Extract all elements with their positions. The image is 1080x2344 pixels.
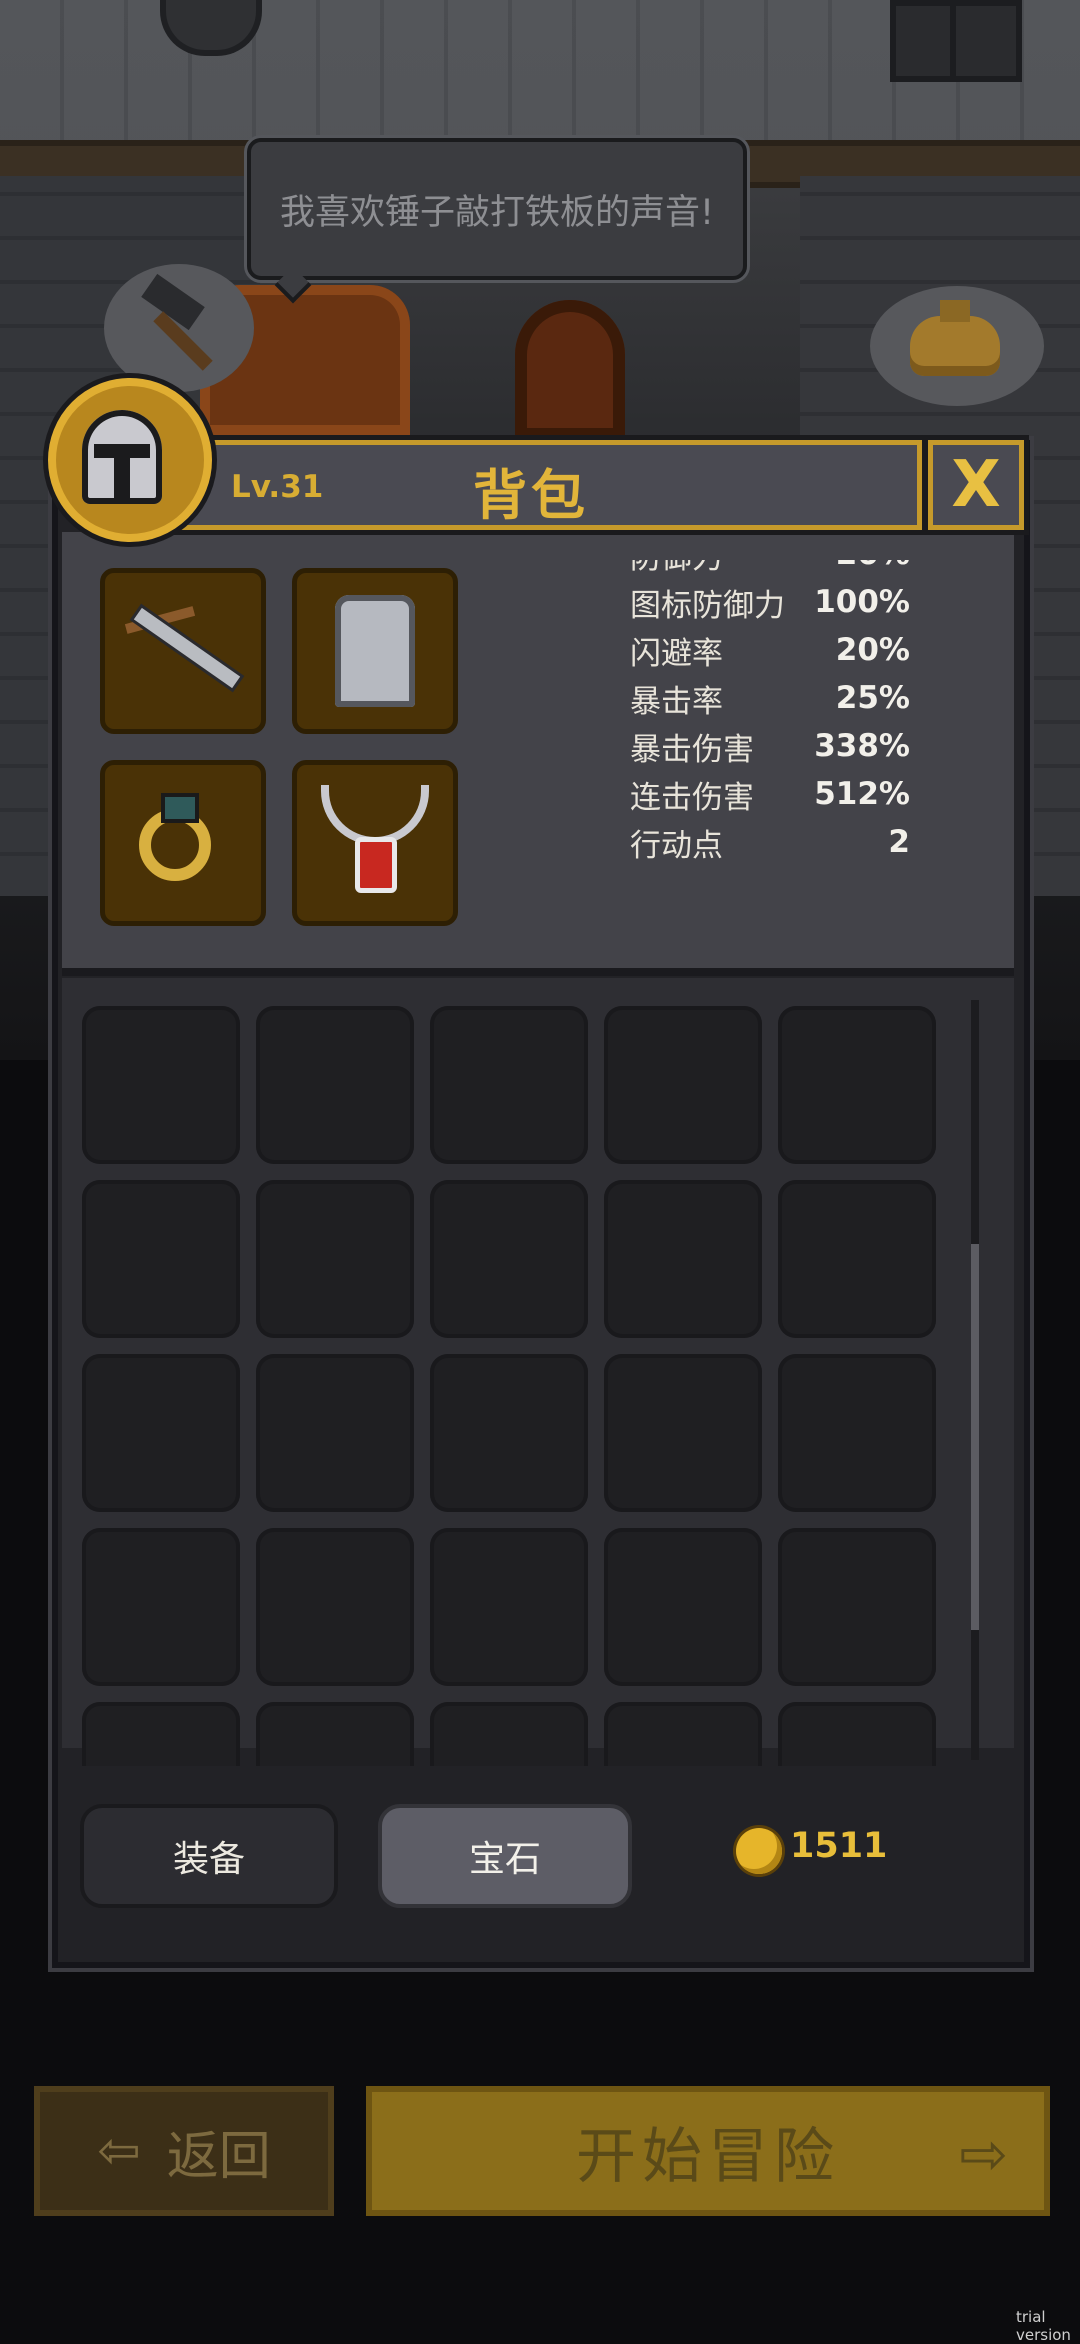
inventory-slot[interactable] [778,1702,936,1766]
stat-icon-defense: 图标防御力 100% [630,578,910,626]
stat-value: 25% [835,680,910,716]
armor-slot[interactable] [292,568,458,734]
close-button[interactable]: X [928,440,1024,530]
stat-value: 2 [888,824,910,860]
inventory-slot[interactable] [82,1528,240,1686]
inventory-slot[interactable] [604,1180,762,1338]
back-button[interactable]: ⇦ 返回 [34,2086,334,2216]
inventory-slot[interactable] [778,1006,936,1164]
inventory-slot[interactable] [256,1006,414,1164]
knight-helmet-icon [82,410,162,504]
stat-crit-damage: 暴击伤害 338% [630,722,910,770]
inventory-slot[interactable] [430,1006,588,1164]
stat-label: 行动点 [630,827,723,864]
stat-crit-rate: 暴击率 25% [630,674,910,722]
inventory-slot[interactable] [82,1702,240,1766]
window [890,0,1022,82]
hooded-npc[interactable] [515,300,625,440]
stat-combo-damage: 连击伤害 512% [630,770,910,818]
inventory-slot[interactable] [256,1702,414,1766]
backpack-title-bar: Lv.31 背包 [140,440,922,530]
gold-amount: 1511 [790,1826,888,1866]
inventory-slot[interactable] [256,1180,414,1338]
inventory-slot[interactable] [82,1354,240,1512]
stat-label: 闪避率 [630,635,723,672]
necklace-gem [355,837,397,893]
inventory-scrollbar[interactable] [971,1000,979,1760]
stats-list[interactable]: 防御力20% 图标防御力100% 闪避率20% 暴击率25% 暴击伤害338% … [620,560,920,930]
stat-value: 20% [836,560,910,572]
close-icon: X [951,448,1001,522]
stat-dodge: 闪避率 20% [630,626,910,674]
money-bag-icon [910,300,1000,376]
inventory-slot[interactable] [82,1006,240,1164]
enter-door-icon: ⇦ [97,2121,141,2181]
inventory-slot[interactable] [604,1528,762,1686]
necklace-slot[interactable] [292,760,458,926]
stat-label: 暴击伤害 [630,731,754,768]
stat-action-points: 行动点 2 [630,818,910,866]
gold-coin-icon [736,1828,782,1874]
stat-label: 暴击率 [630,683,723,720]
sword-icon [133,607,241,689]
stat-label: 图标防御力 [630,587,785,624]
necklace-icon [321,785,429,845]
inventory-slot[interactable] [430,1528,588,1686]
hammer-bubble[interactable] [104,264,254,392]
inventory-slot[interactable] [430,1354,588,1512]
inventory-grid[interactable] [78,990,948,1766]
start-adventure-button[interactable]: 开始冒险 ⇨ [366,2086,1050,2216]
inventory-slot[interactable] [778,1354,936,1512]
ring-gem [161,793,199,823]
inventory-slot[interactable] [430,1180,588,1338]
panel-title: 背包 [473,464,589,527]
inventory-slot[interactable] [778,1180,936,1338]
inventory-slot[interactable] [604,1006,762,1164]
armor-icon [335,595,415,707]
stat-label: 连击伤害 [630,779,754,816]
stat-value: 338% [814,728,910,764]
inventory-slot[interactable] [256,1354,414,1512]
inventory-slot[interactable] [778,1528,936,1686]
stat-label: 防御力 [630,560,723,577]
stat-defense: 防御力 20% [630,560,910,578]
inventory-slot[interactable] [604,1702,762,1766]
weapon-slot[interactable] [100,568,266,734]
stat-value: 20% [835,632,910,668]
stat-value: 100% [814,584,910,620]
inventory-slot[interactable] [604,1354,762,1512]
back-label: 返回 [166,2126,271,2187]
ring-slot[interactable] [100,760,266,926]
money-bag-bubble[interactable] [870,286,1044,406]
stat-value: 512% [814,776,910,812]
inventory-slot[interactable] [256,1528,414,1686]
scrollbar-thumb[interactable] [971,1244,979,1630]
inventory-slot[interactable] [82,1180,240,1338]
tab-equipment[interactable]: 装备 [80,1804,338,1908]
exit-door-icon: ⇨ [959,2120,1014,2188]
trial-watermark: trial version [1016,2308,1071,2344]
tab-gems[interactable]: 宝石 [378,1804,632,1908]
start-label: 开始冒险 [576,2121,840,2192]
speech-bubble: 我喜欢锤子敲打铁板的声音! [247,138,747,280]
inventory-slot[interactable] [430,1702,588,1766]
speech-text: 我喜欢锤子敲打铁板的声音! [279,193,715,233]
helmet-slit [114,446,130,502]
player-avatar[interactable] [48,378,212,542]
